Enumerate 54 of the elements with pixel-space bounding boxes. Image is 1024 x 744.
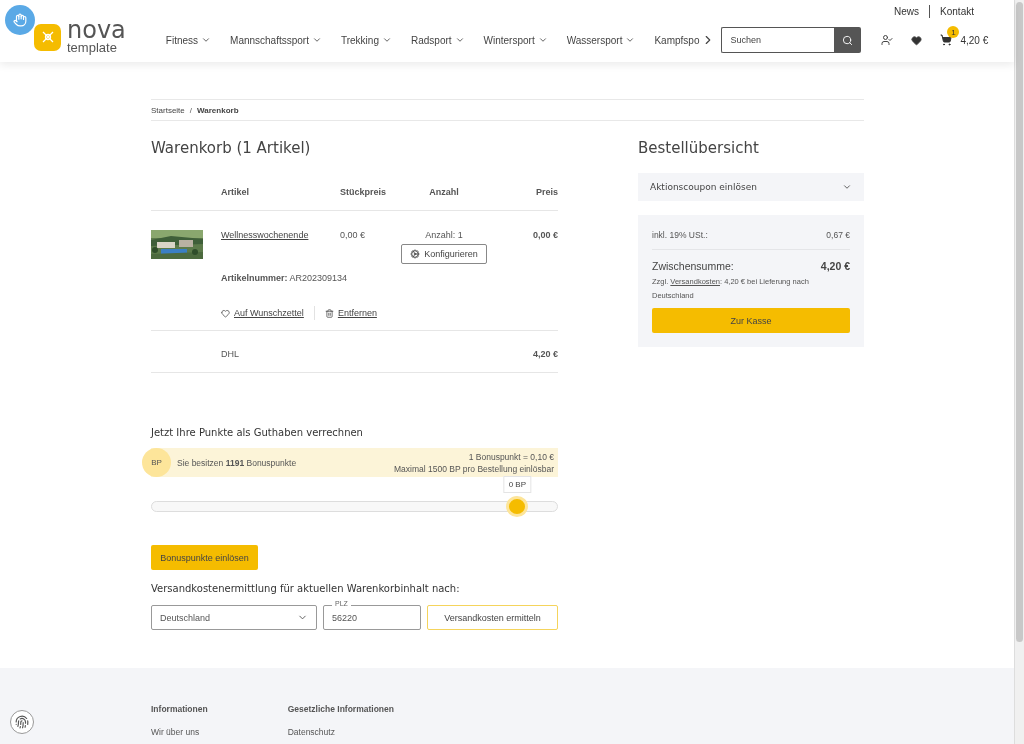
nav-item[interactable]: Trekking	[341, 34, 392, 46]
nav-item[interactable]: Mannschaftssport	[230, 34, 322, 46]
footer-heading: Informationen	[151, 704, 208, 714]
nav-item[interactable]: Wintersport	[483, 34, 548, 46]
slider-tooltip: 0 BP	[503, 476, 531, 493]
top-link[interactable]: News	[894, 5, 920, 17]
shipping-price: 4,20 €	[532, 349, 558, 361]
sku-value: AR202309134	[289, 273, 348, 283]
column-header: Preis	[534, 187, 558, 197]
remove-link[interactable]: Entfernen	[324, 308, 377, 318]
country-select[interactable]: Deutschland	[151, 605, 317, 630]
search-field[interactable]: Suchen	[721, 27, 835, 53]
wishlist-link[interactable]: Auf Wunschzettel	[221, 308, 304, 318]
sku-label: Artikelnummer:	[221, 273, 288, 283]
nav-item[interactable]: Kampfspo	[654, 34, 700, 46]
points-owned: Sie besitzen 1191 Bonuspunkte	[177, 457, 297, 468]
shipping-method: DHL	[221, 349, 239, 361]
logo-subtitle: template	[67, 41, 118, 54]
footer-heading: Gesetzliche Informationen	[287, 704, 394, 714]
footer-link[interactable]: Wir über uns	[151, 727, 208, 737]
nav-item[interactable]: Fitness	[165, 34, 212, 46]
breadcrumb-separator: /	[189, 105, 193, 115]
coupon-toggle[interactable]: Aktionscoupon einlösen	[638, 173, 864, 201]
nav-item[interactable]: Wassersport	[566, 34, 636, 46]
configure-button[interactable]: Konfigurieren	[401, 244, 487, 264]
unit-price: 0,00 €	[340, 230, 367, 242]
top-link[interactable]: Kontakt	[940, 5, 974, 17]
item-price: 0,00 €	[531, 230, 558, 242]
points-rate: 1 Bonuspunkt = 0,10 €	[468, 451, 554, 462]
column-header: Anzahl	[428, 187, 460, 197]
subtotal-value: 4,20 €	[820, 260, 850, 272]
nav-item[interactable]: Radsport	[410, 34, 465, 46]
footer-link[interactable]: Datenschutz	[287, 727, 394, 737]
column-header: Artikel	[221, 187, 250, 197]
cart-count: 1	[947, 26, 960, 38]
summary-title: Bestellübersicht	[638, 139, 760, 157]
shipping-calc-title: Versandkostenermittlung für aktuellen Warenkorbinhalt nach:	[151, 583, 461, 594]
redeem-points-button[interactable]: Bonuspunkte einlösen	[151, 545, 258, 570]
calculate-shipping-button[interactable]: Versandkosten ermitteln	[427, 605, 558, 630]
checkout-button[interactable]: Zur Kasse	[652, 308, 850, 333]
cart-total[interactable]: 4,20 €	[960, 34, 989, 46]
cart-title: Warenkorb (1 Artikel)	[151, 139, 312, 157]
bonus-title: Jetzt Ihre Punkte als Guthaben verrechnen	[151, 427, 364, 438]
tax-label: inkl. 19% USt.:	[652, 230, 708, 240]
breadcrumb-item[interactable]: Startseite	[151, 105, 185, 115]
breadcrumb-item[interactable]: Warenkorb	[197, 105, 239, 115]
quantity: Anzahl: 1	[425, 230, 463, 240]
subtotal-label: Zwischensumme:	[652, 260, 734, 272]
column-header: Stückpreis	[340, 187, 388, 197]
logo-name: nova	[67, 20, 126, 42]
tax-value: 0,67 €	[826, 230, 850, 240]
product-link[interactable]: Wellnesswochenende	[221, 230, 309, 240]
points-limit: Maximal 1500 BP pro Bestellung einlösbar	[393, 463, 554, 474]
points-badge: BP	[142, 448, 171, 477]
